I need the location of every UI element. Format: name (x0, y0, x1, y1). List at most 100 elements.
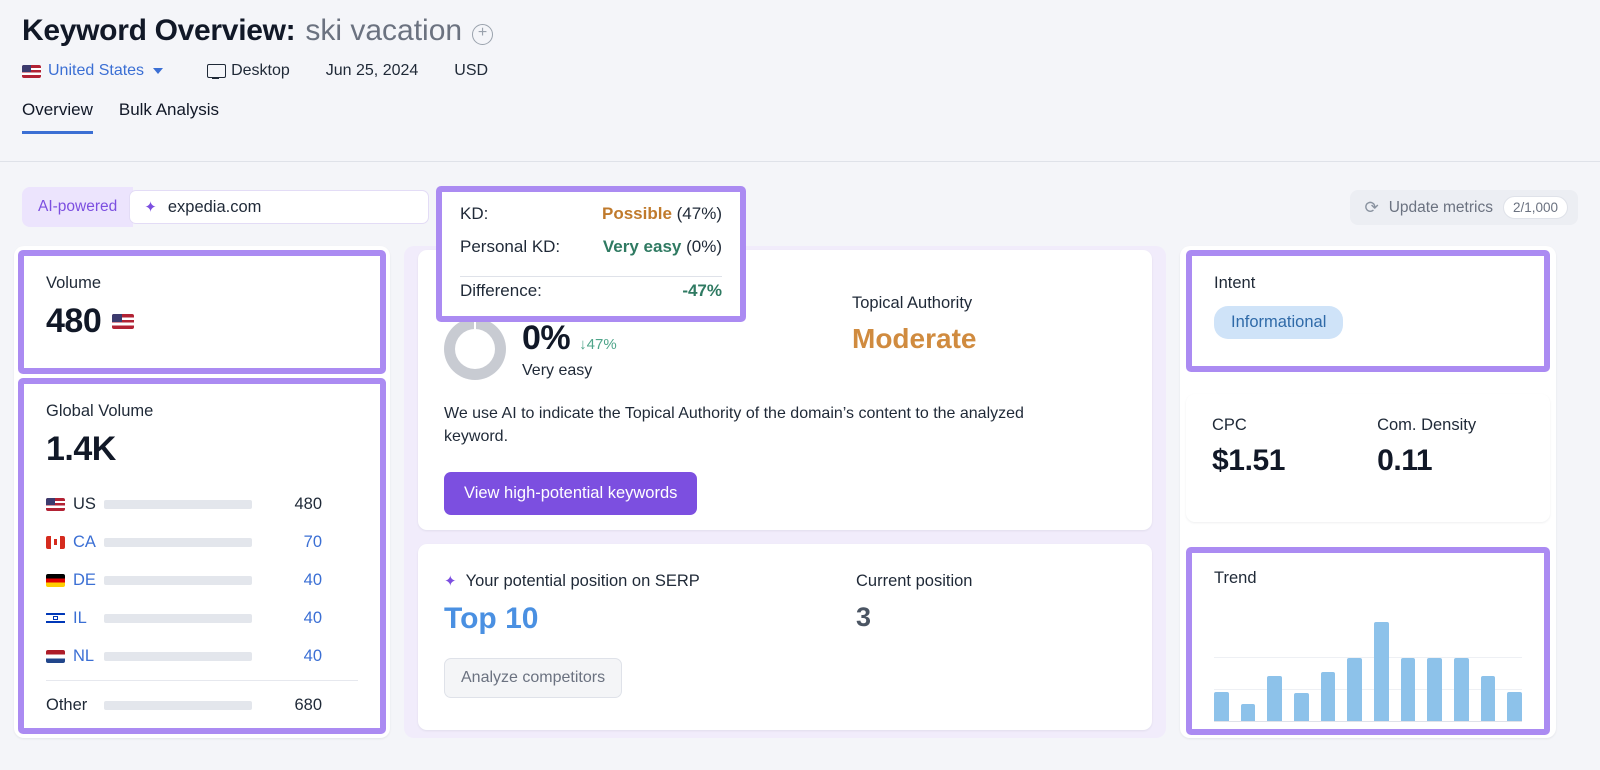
country-nl: NL (46, 647, 104, 666)
tooltip-divider (460, 276, 722, 277)
date-label: Jun 25, 2024 (325, 62, 419, 79)
country-value: 680 (294, 695, 322, 714)
update-metrics-label: Update metrics (1388, 198, 1493, 216)
volume-country-flag-icon (112, 314, 135, 329)
ai-domain-toolbar: AI-powered ✦ expedia.com (22, 187, 430, 227)
ca-flag-icon (46, 535, 65, 549)
domain-input[interactable]: ✦ expedia.com (129, 190, 430, 224)
page-title: Keyword Overview: (22, 14, 296, 47)
update-metrics-button[interactable]: ⟳ Update metrics 2/1,000 (1350, 190, 1578, 225)
country-code: Other (46, 695, 88, 714)
trend-bar[interactable] (1507, 691, 1523, 721)
volume-bar-track (104, 499, 252, 509)
intent-card: Intent Informational (1186, 250, 1550, 372)
topical-authority-description: We use AI to indicate the Topical Author… (444, 405, 1024, 446)
topical-authority-label: Topical Authority (852, 294, 973, 312)
tooltip-kd-rating: Possible (601, 204, 672, 223)
nl-flag-icon (46, 649, 65, 663)
list-item[interactable]: CA 70 (46, 523, 358, 561)
analyze-competitors-button[interactable]: Analyze competitors (444, 658, 623, 698)
cpc-value: $1.51 (1212, 444, 1286, 477)
tooltip-personal-rating: Very easy (602, 237, 682, 256)
volume-value: 480 (46, 302, 102, 340)
country-us: US (46, 495, 104, 514)
country-code: IL (73, 608, 87, 627)
cpc-label: CPC (1212, 416, 1247, 434)
page-header: Keyword Overview: ski vacation + United … (0, 0, 1600, 80)
country-code: CA (73, 532, 96, 551)
country-ca: CA (46, 533, 104, 552)
trend-bar[interactable] (1294, 693, 1309, 721)
tooltip-kd-row: KD: Possible (47%) (460, 204, 722, 237)
tooltip-kd-pct: (47%) (676, 204, 722, 223)
trend-bar[interactable] (1267, 676, 1283, 721)
volume-label: Volume (46, 274, 102, 292)
com-density-value: 0.11 (1377, 444, 1433, 477)
add-keyword-icon[interactable]: + (472, 23, 494, 45)
kd-top-row: 0% ↓47% (522, 319, 617, 358)
trend-bar[interactable] (1374, 622, 1389, 721)
sparkle-icon: ✦ (444, 573, 457, 590)
kd-percent: 0% (522, 318, 571, 357)
volume-bar-track (104, 613, 252, 623)
country-code: US (73, 494, 96, 513)
us-flag-icon (22, 64, 41, 78)
list-divider (46, 680, 358, 681)
potential-position-label: Your potential position on SERP (465, 572, 700, 590)
volume-bar-track (104, 575, 252, 585)
trend-bar[interactable] (1320, 671, 1336, 721)
device-label: Desktop (231, 62, 290, 79)
ai-powered-badge: AI-powered (22, 187, 134, 227)
device-indicator: Desktop (207, 62, 290, 80)
kd-score-block: 0% ↓47% Very easy (444, 318, 617, 380)
current-position-value: 3 (856, 602, 872, 632)
com-density-label: Com. Density (1377, 416, 1477, 434)
tab-divider (0, 161, 1600, 162)
list-item-other[interactable]: Other 680 (46, 686, 358, 724)
trend-bar[interactable] (1347, 657, 1363, 721)
list-item[interactable]: NL 40 (46, 637, 358, 675)
tooltip-difference-value: -47% (682, 281, 722, 300)
country-selector[interactable]: United States (22, 62, 164, 80)
trend-label: Trend (1214, 569, 1257, 587)
trend-bar[interactable] (1400, 657, 1416, 721)
kd-rating-label: Very easy (522, 361, 593, 379)
tooltip-difference-key: Difference: (460, 281, 542, 300)
tab-bulk-analysis[interactable]: Bulk Analysis (119, 100, 219, 134)
topical-authority-value: Moderate (852, 323, 977, 354)
kd-tooltip: KD: Possible (47%) Personal KD: Very eas… (436, 186, 746, 322)
country-code: NL (73, 646, 95, 665)
trend-bar[interactable] (1240, 704, 1256, 721)
country-other: Other (46, 696, 104, 715)
global-volume-card: Global Volume 1.4K US 480 CA 70 DE 40 IL… (18, 378, 386, 734)
intent-label: Intent (1214, 274, 1256, 292)
meta-row: United States Desktop Jun 25, 2024 USD (22, 62, 1600, 80)
list-item[interactable]: IL 40 (46, 599, 358, 637)
tooltip-kd-key: KD: (460, 204, 489, 223)
tooltip-difference-row: Difference: -47% (460, 281, 722, 314)
trend-bar[interactable] (1214, 691, 1229, 721)
tooltip-personal-kd-row: Personal KD: Very easy (0%) (460, 237, 722, 270)
global-volume-value: 1.4K (46, 430, 116, 468)
view-high-potential-keywords-button[interactable]: View high-potential keywords (444, 472, 698, 515)
country-value: 40 (303, 608, 322, 627)
chart-baseline (1214, 721, 1522, 722)
tab-bar: Overview Bulk Analysis (22, 100, 1600, 134)
country-value: 40 (303, 646, 322, 665)
list-item[interactable]: US 480 (46, 485, 358, 523)
trend-bar-chart (1214, 610, 1523, 722)
trend-bar[interactable] (1480, 676, 1496, 721)
trend-bar[interactable] (1454, 657, 1469, 721)
trend-bar[interactable] (1427, 657, 1443, 721)
volume-bar-track (104, 700, 252, 710)
serp-position-card: ✦ Your potential position on SERP Top 10… (418, 544, 1152, 730)
country-il: IL (46, 609, 104, 628)
tooltip-personal-value: Very easy (0%) (603, 237, 722, 257)
trend-bars-container (1214, 610, 1523, 721)
tooltip-personal-key: Personal KD: (460, 237, 561, 256)
list-item[interactable]: DE 40 (46, 561, 358, 599)
volume-value-row: 480 (46, 302, 358, 341)
date-label-wrap: Jun 25, 2024 (326, 62, 419, 80)
tab-overview[interactable]: Overview (22, 100, 93, 134)
global-volume-label: Global Volume (46, 402, 154, 420)
